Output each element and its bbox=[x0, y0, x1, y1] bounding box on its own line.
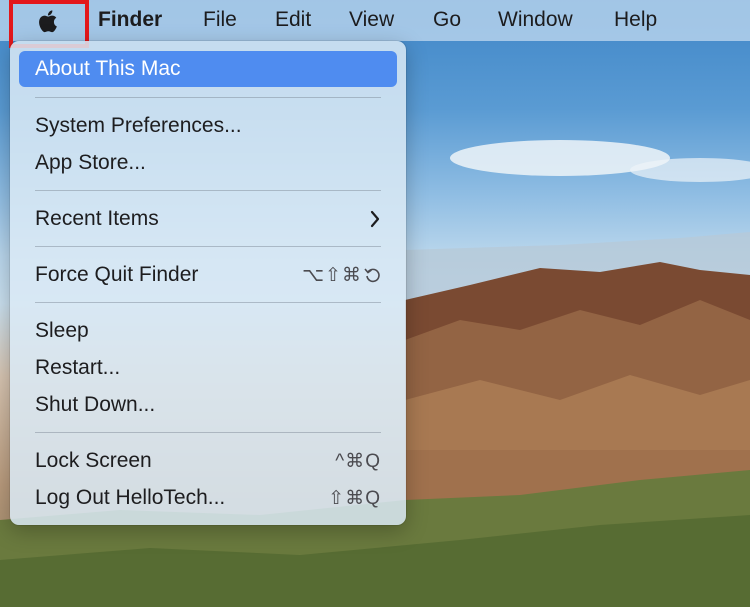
menu-item-label: Sleep bbox=[35, 319, 89, 342]
menu-finder[interactable]: Finder bbox=[98, 8, 162, 32]
menu-item-label: App Store... bbox=[35, 151, 146, 174]
menu-item-label: Force Quit Finder bbox=[35, 263, 199, 286]
menu-item-label: Lock Screen bbox=[35, 449, 152, 472]
menu-item-label: Restart... bbox=[35, 356, 121, 379]
chevron-right-icon bbox=[370, 210, 380, 228]
log-out-shortcut: ⇧⌘Q bbox=[328, 487, 381, 509]
menu-window[interactable]: Window bbox=[498, 8, 573, 32]
menu-edit[interactable]: Edit bbox=[275, 8, 311, 32]
menu-separator bbox=[35, 246, 381, 247]
menu-item-lock-screen[interactable]: Lock Screen ^⌘Q bbox=[19, 443, 397, 479]
escape-key-icon bbox=[364, 267, 380, 282]
menu-item-force-quit[interactable]: Force Quit Finder ⌥⇧⌘ bbox=[19, 257, 397, 293]
shortcut-keys: ⌥⇧⌘ bbox=[302, 264, 362, 286]
menu-item-system-preferences[interactable]: System Preferences... bbox=[19, 108, 397, 144]
force-quit-shortcut: ⌥⇧⌘ bbox=[302, 264, 381, 287]
menu-item-sleep[interactable]: Sleep bbox=[19, 313, 397, 349]
menu-item-restart[interactable]: Restart... bbox=[19, 350, 397, 386]
menu-item-about-this-mac[interactable]: About This Mac bbox=[19, 51, 397, 87]
menu-view[interactable]: View bbox=[349, 8, 394, 32]
menu-item-label: About This Mac bbox=[35, 57, 181, 80]
menu-item-recent-items[interactable]: Recent Items bbox=[19, 201, 397, 237]
menu-item-label: Shut Down... bbox=[35, 393, 156, 416]
menu-item-app-store[interactable]: App Store... bbox=[19, 145, 397, 181]
menu-bar: Finder File Edit View Go Window Help bbox=[0, 0, 750, 48]
menu-help[interactable]: Help bbox=[614, 8, 657, 32]
menu-go[interactable]: Go bbox=[433, 8, 461, 32]
apple-menu-dropdown: About This Mac System Preferences... App… bbox=[10, 41, 406, 525]
lock-screen-shortcut: ^⌘Q bbox=[335, 450, 381, 472]
menu-item-shut-down[interactable]: Shut Down... bbox=[19, 387, 397, 423]
menu-separator bbox=[35, 190, 381, 191]
menu-item-log-out[interactable]: Log Out HelloTech... ⇧⌘Q bbox=[19, 480, 397, 516]
menu-item-label: System Preferences... bbox=[35, 114, 242, 137]
menu-item-label: Log Out HelloTech... bbox=[35, 486, 226, 509]
menu-separator bbox=[35, 432, 381, 433]
menu-separator bbox=[35, 302, 381, 303]
menu-separator bbox=[35, 97, 381, 98]
menu-item-label: Recent Items bbox=[35, 207, 159, 230]
menu-file[interactable]: File bbox=[203, 8, 237, 32]
